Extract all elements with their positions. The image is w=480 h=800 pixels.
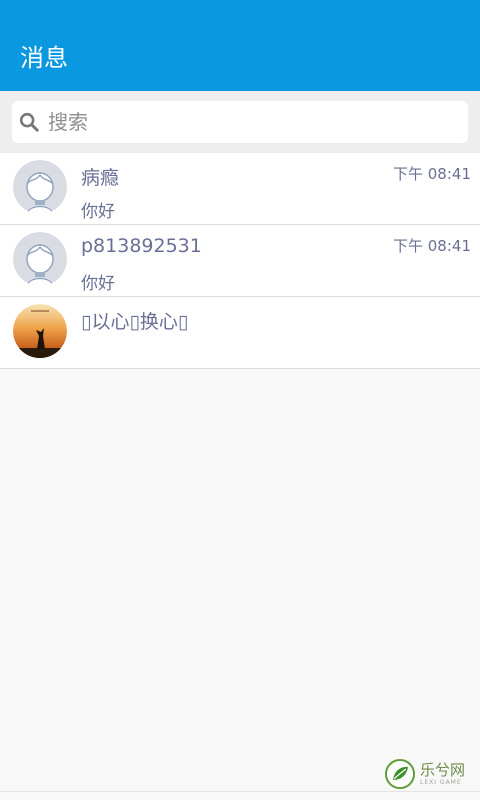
watermark-text: 乐兮网 — [420, 760, 466, 779]
contact-name: ▯以心▯换心▯ — [81, 311, 189, 333]
message-time: 下午 08:41 — [393, 237, 471, 255]
conversation-item[interactable]: 病瘾 下午 08:41 你好 — [0, 153, 480, 225]
message-time: 下午 08:41 — [393, 165, 471, 183]
conversation-item[interactable]: ▯以心▯换心▯ — [0, 297, 480, 369]
page-title: 消息 — [20, 44, 68, 72]
last-message: 你好 — [81, 274, 115, 294]
search-icon — [19, 112, 39, 132]
watermark-subtext: LEXI GAME — [420, 778, 462, 786]
default-avatar-icon — [13, 232, 67, 286]
leaf-logo-icon — [385, 759, 415, 789]
conversation-list: 病瘾 下午 08:41 你好 p813892531 下午 08:41 你好 ▯以… — [0, 153, 480, 369]
app-bar: 消息 — [0, 0, 480, 91]
contact-name: p813892531 — [81, 235, 202, 257]
last-message: 你好 — [81, 202, 115, 222]
conversation-item[interactable]: p813892531 下午 08:41 你好 — [0, 225, 480, 297]
default-avatar-icon — [13, 160, 67, 214]
watermark: 乐兮网 LEXI GAME — [384, 756, 480, 792]
search-box[interactable] — [12, 101, 468, 143]
contact-name: 病瘾 — [81, 167, 120, 189]
search-bar — [0, 91, 480, 153]
sunset-photo-avatar-icon — [13, 304, 67, 358]
search-input[interactable] — [48, 110, 428, 134]
